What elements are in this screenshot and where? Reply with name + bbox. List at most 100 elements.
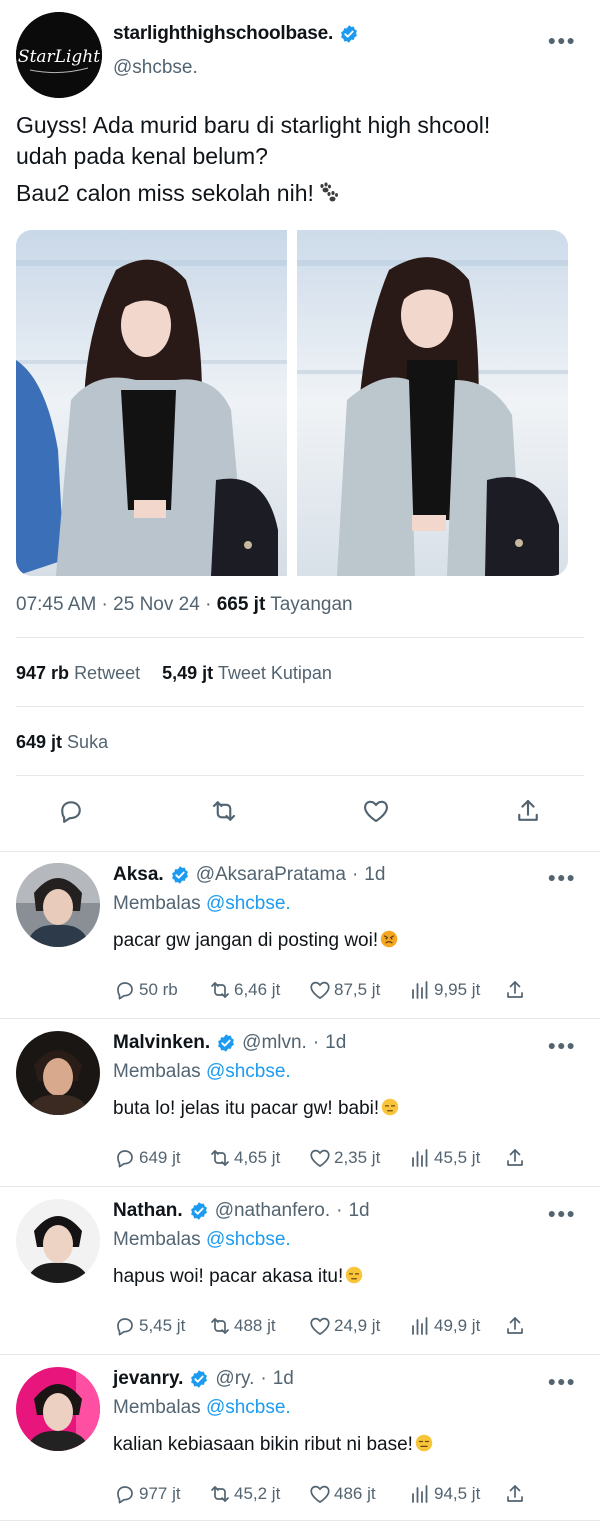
reply-time[interactable]: 1d xyxy=(273,1368,294,1390)
share-icon xyxy=(507,981,523,998)
reply-tweet[interactable]: Malvinken. @mlvn. · 1d ●●● Membalas @shc… xyxy=(0,1019,600,1187)
verified-badge-icon xyxy=(216,1033,236,1053)
retweet-button[interactable] xyxy=(208,795,240,827)
replying-to: Membalas @shcbse. xyxy=(113,1397,291,1419)
reply-author-handle[interactable]: @nathanfero. xyxy=(215,1200,330,1222)
tweet-media[interactable] xyxy=(16,230,568,576)
tweet-time[interactable]: 07:45 AM xyxy=(16,594,96,615)
retweet-icon xyxy=(212,801,236,821)
unamused-face-icon xyxy=(381,1098,399,1116)
tweet-date[interactable]: 25 Nov 24 xyxy=(113,594,200,615)
like-button[interactable]: 486 jt xyxy=(308,1482,376,1506)
retweets-stat[interactable]: 947 rb Retweet xyxy=(16,663,140,683)
tweet-text: Guyss! Ada murid baru di starlight high … xyxy=(16,110,586,215)
reply-text-content: buta lo! jelas itu pacar gw! babi! xyxy=(113,1098,380,1119)
tweet-photo-2[interactable] xyxy=(297,230,568,576)
share-button[interactable] xyxy=(503,1146,527,1170)
retweet-icon xyxy=(211,1486,229,1502)
views-button[interactable]: 9,95 jt xyxy=(408,978,480,1002)
mention-link[interactable]: @shcbse. xyxy=(206,893,291,914)
reply-action-bar: 5,45 jt 488 jt 24,9 jt 49,9 jt xyxy=(113,1314,583,1340)
avatar[interactable] xyxy=(16,863,100,947)
reply-text: buta lo! jelas itu pacar gw! babi! xyxy=(113,1098,399,1120)
mention-link[interactable]: @shcbse. xyxy=(206,1397,291,1418)
reply-author-handle[interactable]: @ry. xyxy=(215,1368,254,1390)
reply-icon xyxy=(61,801,81,823)
tweet-action-bar xyxy=(0,795,600,835)
verified-badge-icon xyxy=(170,865,190,885)
like-button[interactable]: 24,9 jt xyxy=(308,1314,380,1338)
avatar[interactable] xyxy=(16,1199,100,1283)
retweet-count: 45,2 jt xyxy=(234,1484,281,1503)
views-count: 665 jt xyxy=(216,594,266,615)
more-options-icon[interactable]: ●●● xyxy=(548,1037,576,1053)
expressionless-face-icon xyxy=(415,1434,433,1452)
mention-link[interactable]: @shcbse. xyxy=(206,1229,291,1250)
reply-text-content: pacar gw jangan di posting woi! xyxy=(113,930,379,951)
more-options-icon[interactable]: ●●● xyxy=(548,869,576,885)
mention-link[interactable]: @shcbse. xyxy=(206,1061,291,1082)
reply-author-row: Aksa. @AksaraPratama · 1d xyxy=(113,864,385,886)
retweet-button[interactable]: 6,46 jt xyxy=(208,978,280,1002)
retweet-button[interactable]: 45,2 jt xyxy=(208,1482,280,1506)
quotes-stat[interactable]: 5,49 jt Tweet Kutipan xyxy=(162,663,332,683)
like-button[interactable]: 87,5 jt xyxy=(308,978,380,1002)
reply-time[interactable]: 1d xyxy=(364,864,385,886)
reply-count: 977 jt xyxy=(139,1484,181,1503)
retweet-button[interactable]: 4,65 jt xyxy=(208,1146,280,1170)
more-options-icon[interactable]: ●●● xyxy=(548,1373,576,1389)
reply-button[interactable]: 50 rb xyxy=(113,978,178,1002)
quotes-count: 5,49 jt xyxy=(162,663,214,683)
share-button[interactable] xyxy=(503,978,527,1002)
reply-tweet[interactable]: Aksa. @AksaraPratama · 1d ●●● Membalas @… xyxy=(0,851,600,1019)
reply-author-handle[interactable]: @AksaraPratama xyxy=(196,864,346,886)
reply-text: hapus woi! pacar akasa itu! xyxy=(113,1266,363,1288)
reply-time[interactable]: 1d xyxy=(325,1032,346,1054)
reply-author-handle[interactable]: @mlvn. xyxy=(242,1032,307,1054)
reply-tweet[interactable]: Nathan. @nathanfero. · 1d ●●● Membalas @… xyxy=(0,1187,600,1355)
verified-badge-icon xyxy=(339,24,359,44)
views-count: 49,9 jt xyxy=(434,1316,481,1335)
reply-button[interactable]: 5,45 jt xyxy=(113,1314,185,1338)
reply-time[interactable]: 1d xyxy=(348,1200,369,1222)
avatar[interactable] xyxy=(16,1031,100,1115)
share-button[interactable] xyxy=(503,1314,527,1338)
reply-action-bar: 977 jt 45,2 jt 486 jt 94,5 jt xyxy=(113,1482,583,1508)
likes-stats[interactable]: 649 jt Suka xyxy=(16,732,108,753)
heart-icon xyxy=(310,1149,330,1167)
reply-author-name[interactable]: jevanry. xyxy=(113,1368,183,1390)
like-button[interactable]: 2,35 jt xyxy=(308,1146,380,1170)
share-button[interactable] xyxy=(512,795,544,827)
avatar[interactable] xyxy=(16,1367,100,1451)
paw-prints-icon xyxy=(316,181,340,205)
like-count: 87,5 jt xyxy=(334,980,381,999)
share-button[interactable] xyxy=(503,1482,527,1506)
more-options-icon[interactable]: ●●● xyxy=(548,1205,576,1221)
reply-tweet[interactable]: jevanry. @ry. · 1d ●●● Membalas @shcbse.… xyxy=(0,1355,600,1522)
share-icon xyxy=(518,799,538,821)
reply-author-name[interactable]: Malvinken. xyxy=(113,1032,210,1054)
reply-button[interactable]: 649 jt xyxy=(113,1146,181,1170)
unamused-face-icon xyxy=(345,1266,363,1284)
views-button[interactable]: 94,5 jt xyxy=(408,1482,480,1506)
reply-icon xyxy=(117,982,133,1000)
reply-count: 5,45 jt xyxy=(139,1316,186,1335)
retweet-count: 488 jt xyxy=(234,1316,276,1335)
author-name[interactable]: starlighthighschoolbase. xyxy=(113,23,333,45)
replying-to: Membalas @shcbse. xyxy=(113,893,291,915)
heart-icon xyxy=(310,1485,330,1503)
avatar[interactable]: StarLight xyxy=(16,12,102,98)
reply-author-name[interactable]: Nathan. xyxy=(113,1200,183,1222)
retweet-button[interactable]: 488 jt xyxy=(208,1314,276,1338)
reply-button[interactable]: 977 jt xyxy=(113,1482,181,1506)
more-options-icon[interactable]: ●●● xyxy=(548,32,576,48)
like-button[interactable] xyxy=(360,795,392,827)
retweet-icon xyxy=(211,1318,229,1334)
author-handle[interactable]: @shcbse. xyxy=(113,57,198,79)
tweet-photo-1[interactable] xyxy=(16,230,287,576)
reply-author-name[interactable]: Aksa. xyxy=(113,864,164,886)
reply-icon xyxy=(117,1150,133,1168)
reply-button[interactable] xyxy=(55,795,87,827)
views-button[interactable]: 45,5 jt xyxy=(408,1146,480,1170)
views-button[interactable]: 49,9 jt xyxy=(408,1314,480,1338)
